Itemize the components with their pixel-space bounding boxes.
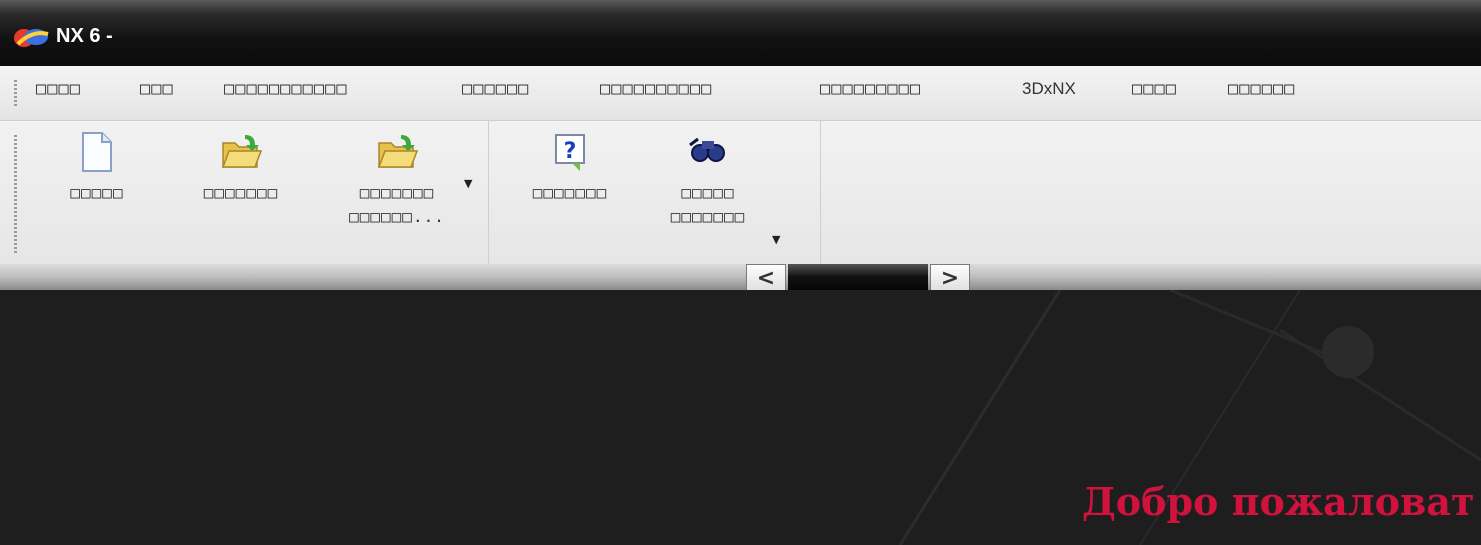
help-button[interactable]: ? □□□□□□□	[502, 131, 638, 205]
open-button-label: □□□□□□□	[203, 183, 279, 202]
nx-logo-icon	[14, 29, 49, 47]
toolbar-group-file: □□□□□ □□□□□□□ □□□□□□□ □□□□□□... ▼	[22, 121, 489, 264]
window-title: NX 6 -	[56, 25, 113, 47]
help-button-label: □□□□□□□	[532, 183, 608, 202]
menu-item-5[interactable]: □□□□□□□□□□	[600, 79, 712, 99]
open-recent-button-label-line2: □□□□□□...	[349, 207, 445, 226]
menu-grip[interactable]	[14, 80, 17, 108]
find-button[interactable]: □□□□□ □□□□□□□ ▼	[648, 131, 780, 246]
open-button[interactable]: □□□□□□□	[172, 131, 310, 205]
new-button[interactable]: □□□□□	[42, 131, 152, 205]
menu-item-3dxnx[interactable]: 3DxNX	[1022, 79, 1076, 99]
toolbar-group-help: ? □□□□□□□ □□□□□ □□□□□□□ ▼	[488, 121, 821, 264]
open-recent-button[interactable]: □□□□□□□ □□□□□□... ▼	[328, 131, 472, 229]
new-file-icon	[82, 132, 112, 172]
binoculars-icon	[689, 137, 725, 162]
find-button-label-line2: □□□□□□□	[670, 207, 746, 226]
help-icon: ?	[555, 134, 585, 171]
menu-item-4[interactable]: □□□□□□	[462, 79, 529, 99]
toolbar-grip[interactable]	[14, 135, 17, 253]
menu-item-3[interactable]: □□□□□□□□□□□	[224, 79, 348, 99]
svg-text:?: ?	[564, 139, 577, 164]
main-canvas: Добро пожаловат	[0, 290, 1481, 545]
welcome-text: Добро пожаловат	[1082, 479, 1475, 524]
menu-item-9[interactable]: □□□□□□	[1228, 79, 1295, 99]
find-button-label: □□□□□	[681, 183, 735, 202]
menu-item-8[interactable]: □□□□	[1132, 79, 1177, 99]
open-folder-icon	[221, 135, 263, 168]
menu-item-2[interactable]: □□□	[140, 79, 174, 99]
dropdown-arrow-icon[interactable]: ▼	[772, 233, 780, 246]
menu-item-6[interactable]: □□□□□□□□□	[820, 79, 921, 99]
toolbar-scroller-strip	[0, 264, 1481, 290]
toolbar: □□□□□ □□□□□□□ □□□□□□□ □□□□□□... ▼ ? □□□□…	[0, 121, 1481, 264]
menu-bar: □□□□ □□□ □□□□□□□□□□□ □□□□□□ □□□□□□□□□□ □…	[0, 66, 1481, 121]
new-button-label: □□□□□	[70, 183, 124, 202]
menu-item-1[interactable]: □□□□	[36, 79, 81, 99]
open-recent-button-label: □□□□□□□	[359, 183, 435, 202]
title-bar: NX 6 -	[0, 0, 1481, 66]
dropdown-arrow-icon[interactable]: ▼	[464, 177, 472, 190]
open-folder-icon	[377, 135, 419, 168]
